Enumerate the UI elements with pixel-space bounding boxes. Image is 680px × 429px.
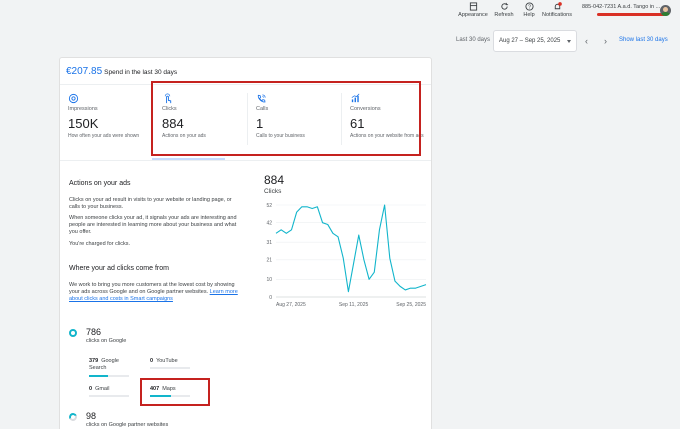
chevron-down-icon: [567, 40, 571, 43]
highlight-box-metrics: [151, 81, 421, 156]
top-bar: Appearance Refresh ? Help Notifications …: [0, 0, 680, 24]
bell-icon: [554, 2, 562, 10]
spend-summary: €207.85 Spend in the last 30 days: [66, 66, 177, 77]
tile-bar: [89, 395, 129, 397]
google-clicks-label: clicks on Google: [86, 338, 127, 344]
partner-clicks-total: 98: [86, 411, 97, 421]
x-tick-label: Sep 11, 2025: [339, 302, 369, 308]
y-tick-label: 52: [266, 203, 272, 209]
date-range-picker[interactable]: Aug 27 – Sep 25, 2025: [493, 30, 577, 52]
account-name[interactable]: 885-042-7231 A.a.d. Tango in ...: [582, 4, 660, 10]
series-line: [275, 204, 427, 293]
tile-bar: [150, 367, 190, 369]
tile-bar: [89, 375, 129, 377]
where-heading: Where your ad clicks come from: [69, 265, 169, 272]
date-range-label: Last 30 days: [456, 37, 491, 43]
metric-label: Impressions: [68, 106, 98, 112]
x-tick-label: Aug 27, 2025: [276, 302, 306, 308]
metric-impressions[interactable]: Impressions 150K How often your ads were…: [60, 85, 154, 160]
account-status-bar: [597, 13, 665, 16]
y-tick-label: 10: [266, 277, 272, 283]
y-tick-label: 21: [266, 258, 272, 264]
clicks-line-chart: 0 10 21 31 42 52 Aug 27, 2025 Sep 11, 2025 Sep 2…: [266, 203, 427, 308]
avatar[interactable]: [660, 5, 671, 16]
chart-metric-label: Clicks: [264, 188, 282, 195]
partner-clicks-ring: [67, 411, 79, 423]
y-tick-label: 42: [266, 220, 272, 226]
notifications-button[interactable]: Notifications: [537, 2, 577, 18]
actions-section: Actions on your ads Clicks on your ad re…: [60, 160, 431, 429]
tile-name: Gmail: [95, 386, 110, 392]
highlight-box-maps: [140, 378, 210, 406]
show-last-30-days-link[interactable]: Show last 30 days: [619, 37, 668, 43]
where-paragraph: We work to bring you more customers at t…: [69, 282, 239, 303]
x-tick-label: Sep 25, 2025: [396, 302, 426, 308]
spend-amount: €207.85: [66, 66, 103, 77]
google-clicks-ring: [69, 329, 77, 337]
actions-paragraph: Clicks on your ad result in visits to yo…: [69, 197, 232, 210]
partner-clicks-label: clicks on Google partner websites: [86, 422, 169, 428]
metric-desc: How often your ads were shown: [68, 133, 140, 139]
tile-count: 0: [89, 386, 93, 392]
y-tick-label: 31: [266, 240, 272, 246]
help-icon: ?: [524, 2, 534, 11]
next-period-button[interactable]: ›: [604, 36, 607, 46]
eye-icon: [68, 93, 79, 104]
help-label: Help: [523, 12, 535, 18]
svg-text:?: ?: [528, 5, 531, 11]
tile-gmail: 0 Gmail: [89, 386, 129, 393]
metric-value: 150K: [68, 116, 99, 131]
refresh-icon: [500, 2, 508, 10]
tile-youtube: 0 YouTube: [150, 358, 210, 365]
actions-heading: Actions on your ads: [69, 180, 131, 187]
tile-google-search: 379 Google Search: [89, 358, 129, 372]
date-range-row: Last 30 days Aug 27 – Sep 25, 2025 ‹ › S…: [450, 30, 680, 52]
actions-paragraph: When someone clicks your ad, it signals …: [69, 215, 237, 235]
appearance-icon: [469, 2, 477, 11]
date-range-value: Aug 27 – Sep 25, 2025: [499, 38, 561, 44]
notifications-label: Notifications: [542, 12, 572, 18]
tile-count: 0: [150, 358, 154, 364]
chart-value: 884: [264, 173, 285, 187]
spend-text: Spend in the last 30 days: [104, 69, 178, 76]
prev-period-button[interactable]: ‹: [585, 36, 588, 46]
actions-paragraph: You're charged for clicks.: [69, 241, 131, 247]
google-clicks-total: 786: [86, 327, 102, 337]
tile-count: 379: [89, 358, 99, 364]
y-tick-label: 0: [269, 295, 272, 301]
tile-name: YouTube: [156, 358, 178, 364]
